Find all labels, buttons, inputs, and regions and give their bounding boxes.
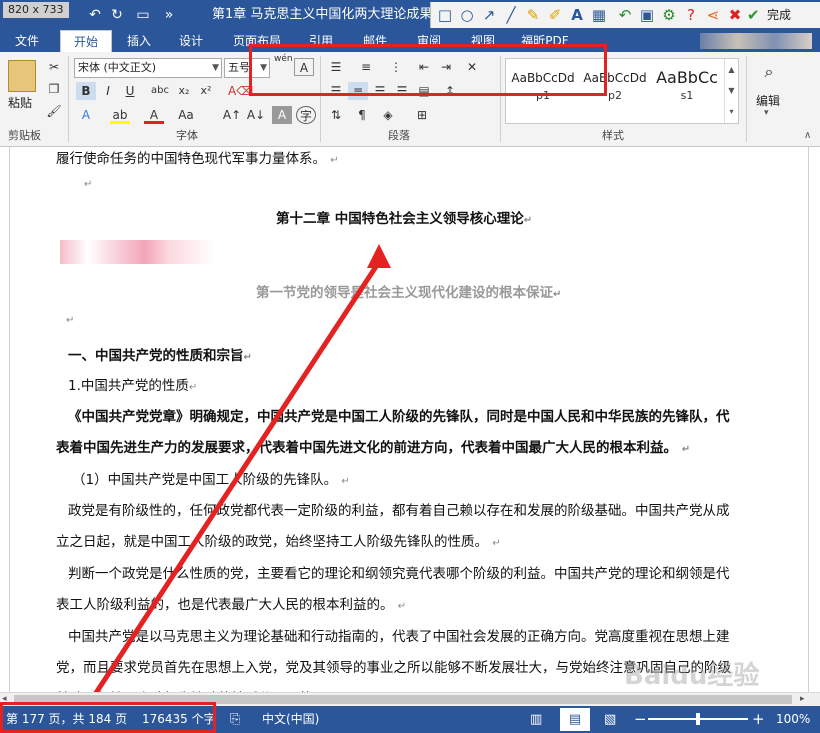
zoom-level[interactable]: 100%	[776, 706, 810, 733]
language-indicator[interactable]: 中文(中国)	[262, 706, 319, 733]
zoom-slider[interactable]	[648, 713, 748, 725]
annotation-arrows	[82, 244, 391, 714]
read-mode-icon[interactable]: ▥	[530, 706, 542, 733]
watermark-logo: Baidu经验	[624, 661, 760, 691]
zoom-slider-thumb[interactable]	[696, 713, 700, 725]
annotation-arrow-line	[87, 260, 382, 704]
zoom-in-icon[interactable]: +	[752, 706, 765, 733]
zoom-out-icon[interactable]: −	[634, 706, 647, 733]
arrow-head-up-icon	[367, 244, 391, 268]
proofing-icon[interactable]: ⎘	[230, 706, 240, 733]
scroll-right-icon[interactable]: ▸	[800, 694, 805, 704]
web-layout-icon[interactable]: ▧	[604, 706, 616, 733]
annotation-box-status	[0, 702, 216, 733]
print-layout-icon[interactable]: ▤	[560, 708, 590, 731]
